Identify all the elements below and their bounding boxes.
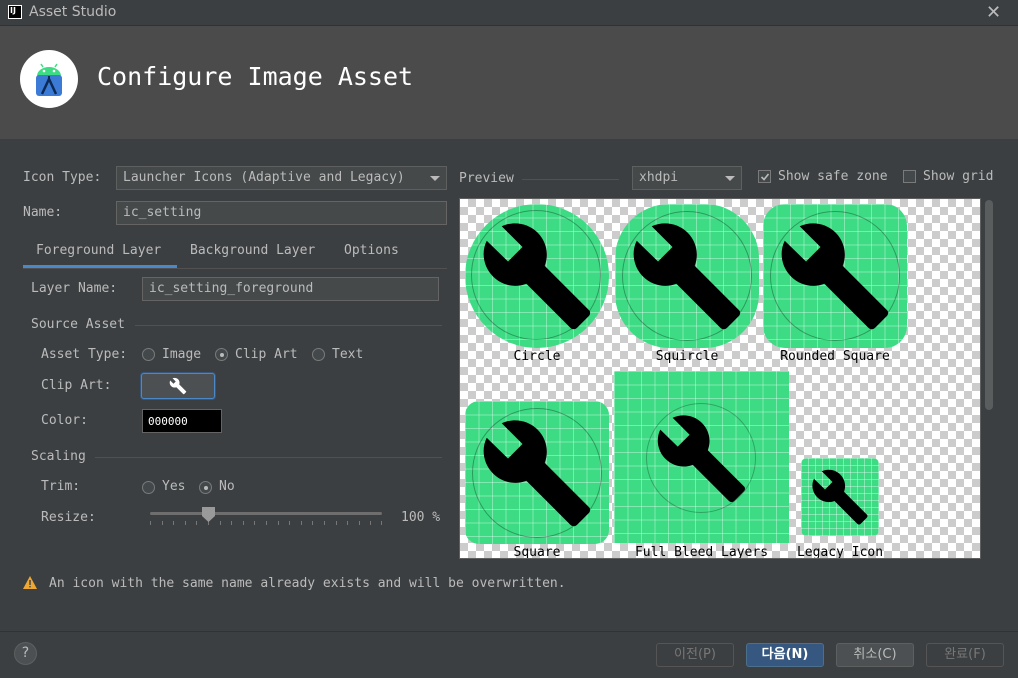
density-value: xhdpi	[639, 170, 679, 185]
layer-name-input[interactable]: ic_setting_foreground	[142, 277, 439, 301]
help-button[interactable]: ?	[14, 642, 37, 665]
full-bleed-layers-preview	[614, 371, 789, 543]
wizard-header: Configure Image Asset	[0, 26, 1018, 139]
trim-yes-label: Yes	[162, 479, 186, 494]
trim-no-radio[interactable]	[199, 481, 212, 494]
resize-label: Resize:	[41, 510, 96, 525]
cancel-button[interactable]: 취소(C)	[836, 643, 914, 667]
icon-type-label: Icon Type:	[23, 170, 102, 185]
icon-type-value: Launcher Icons (Adaptive and Legacy)	[123, 170, 405, 185]
preview-scrollbar[interactable]	[984, 198, 994, 559]
chevron-down-icon	[725, 176, 735, 181]
android-studio-logo	[20, 50, 78, 108]
intellij-app-icon: IJ	[8, 5, 22, 19]
rounded-square-preview-label: Rounded Square	[780, 349, 890, 364]
source-asset-divider	[135, 325, 442, 326]
legacy-icon-preview	[801, 458, 879, 536]
tab-foreground-layer[interactable]: Foreground Layer	[36, 243, 161, 258]
finish-button[interactable]: 완료(F)	[926, 643, 1004, 667]
resize-slider-thumb[interactable]	[202, 507, 215, 522]
clip-art-label: Clip Art:	[41, 378, 112, 393]
scaling-divider	[95, 457, 442, 458]
checkmark-icon	[760, 173, 770, 181]
circle-preview-label: Circle	[513, 349, 561, 364]
scaling-heading: Scaling	[31, 449, 86, 464]
chevron-down-icon	[430, 176, 440, 181]
color-swatch-field[interactable]: 000000	[142, 409, 222, 433]
density-dropdown[interactable]: xhdpi	[632, 166, 742, 190]
resize-value: 100 %	[401, 510, 441, 525]
previous-button[interactable]: 이전(P)	[656, 643, 734, 667]
show-grid-label: Show grid	[923, 169, 994, 184]
wrench-icon	[483, 223, 591, 330]
tab-background-layer[interactable]: Background Layer	[190, 243, 315, 258]
trim-label: Trim:	[41, 479, 81, 494]
square-preview-label: Square	[513, 545, 561, 559]
tab-divider	[23, 268, 447, 269]
squircle-preview-label: Squircle	[655, 349, 719, 364]
tab-options[interactable]: Options	[344, 243, 399, 258]
square-icon-preview	[465, 401, 609, 544]
asset-type-clip-art-radio[interactable]	[215, 348, 228, 361]
wrench-icon	[781, 223, 889, 330]
trim-yes-radio[interactable]	[142, 481, 155, 494]
wrench-icon	[657, 415, 745, 503]
full-bleed-preview-label: Full Bleed Layers	[634, 545, 769, 559]
asset-type-text-label: Text	[332, 347, 364, 362]
rounded-square-icon-preview	[763, 204, 907, 348]
show-safe-zone-label: Show safe zone	[778, 169, 888, 184]
icon-preview-panel: Circle Squircle Rounded Square Square Fu…	[459, 198, 981, 559]
circle-icon-preview	[465, 204, 609, 348]
squircle-icon-preview	[615, 204, 759, 348]
wrench-icon	[169, 377, 187, 395]
scrollbar-thumb[interactable]	[985, 200, 993, 410]
trim-no-label: No	[219, 479, 235, 494]
wrench-icon	[812, 469, 868, 525]
close-icon[interactable]: ✕	[986, 2, 1001, 23]
preview-divider	[522, 179, 619, 180]
next-button[interactable]: 다음(N)	[746, 643, 824, 667]
asset-type-image-label: Image	[162, 347, 202, 362]
wrench-icon	[633, 223, 741, 330]
page-title: Configure Image Asset	[97, 62, 414, 91]
warning-icon	[23, 576, 37, 593]
title-bar: IJ Asset Studio ✕	[0, 0, 1018, 26]
android-studio-icon	[36, 63, 62, 96]
name-input[interactable]: ic_setting	[116, 201, 447, 225]
name-label: Name:	[23, 205, 63, 220]
legacy-icon-preview-label: Legacy Icon	[796, 545, 884, 559]
asset-type-label: Asset Type:	[41, 347, 128, 362]
window-title: Asset Studio	[29, 4, 117, 20]
wrench-icon	[483, 420, 591, 527]
clip-art-button[interactable]	[141, 373, 215, 399]
layer-name-label: Layer Name:	[31, 281, 118, 296]
resize-slider-ticks	[150, 521, 382, 525]
warning-message: An icon with the same name already exist…	[49, 576, 566, 591]
resize-slider-track[interactable]	[150, 512, 382, 515]
show-safe-zone-checkbox[interactable]	[758, 170, 771, 183]
icon-type-dropdown[interactable]: Launcher Icons (Adaptive and Legacy)	[116, 166, 447, 190]
color-label: Color:	[41, 413, 88, 428]
asset-type-clip-art-label: Clip Art	[235, 347, 298, 362]
asset-type-text-radio[interactable]	[312, 348, 325, 361]
show-grid-checkbox[interactable]	[903, 170, 916, 183]
asset-type-image-radio[interactable]	[142, 348, 155, 361]
source-asset-heading: Source Asset	[31, 317, 125, 332]
preview-label: Preview	[459, 171, 514, 186]
